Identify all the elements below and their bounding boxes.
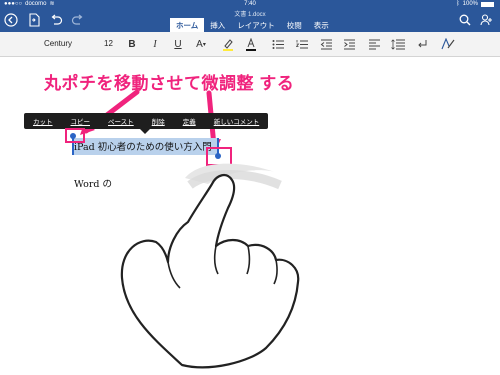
context-menu: カット コピー ペースト 削除 定義 新しいコメント [24,113,269,129]
pointing-hand-illustration [120,163,300,369]
context-menu-tail [140,129,150,134]
menu-item-define[interactable]: 定義 [174,116,205,126]
highlight-box-start [65,128,85,143]
menu-item-copy[interactable]: コピー [62,116,100,126]
menu-item-delete[interactable]: 削除 [143,116,174,126]
menu-item-cut[interactable]: カット [24,116,62,126]
menu-item-paste[interactable]: ペースト [99,116,143,126]
menu-item-new-comment[interactable]: 新しいコメント [205,116,269,126]
